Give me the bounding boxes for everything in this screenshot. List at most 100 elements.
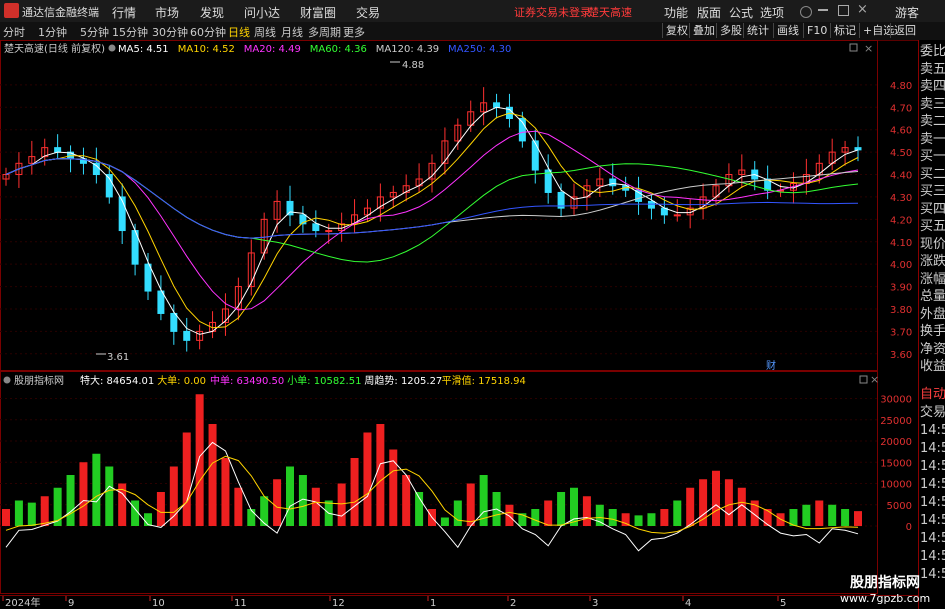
period-tab-weekly[interactable]: 周线 bbox=[254, 24, 276, 40]
flow-bar bbox=[2, 509, 10, 526]
side-panel-label: 买四 bbox=[920, 201, 945, 217]
candle-body bbox=[286, 200, 294, 216]
flow-bar bbox=[221, 458, 230, 526]
finance-marker[interactable]: 财 bbox=[766, 359, 776, 372]
tool-restore-rights[interactable]: 复权 bbox=[662, 23, 691, 38]
flow-bar bbox=[531, 509, 540, 526]
tool-overlay[interactable]: 叠加 bbox=[689, 23, 718, 38]
ma-line bbox=[5, 112, 859, 329]
indicator-close-icon[interactable]: × bbox=[870, 373, 879, 386]
flow-bar bbox=[402, 475, 411, 526]
price-tick-label: 4.80 bbox=[890, 81, 912, 92]
indicator-restore-icon[interactable] bbox=[859, 375, 868, 384]
tool-statistics[interactable]: 统计 bbox=[743, 23, 772, 38]
side-panel-tab[interactable]: 自动 bbox=[920, 385, 945, 404]
guest-user[interactable]: 游客 bbox=[895, 4, 919, 21]
title-bar: 通达信金融终端 行情 市场 发现 问小达 财富圈 交易 证券交易未登录 楚天高速… bbox=[0, 0, 945, 23]
login-warning[interactable]: 证券交易未登录 bbox=[514, 4, 591, 20]
chart-stock-name[interactable]: 楚天高速(日线 前复权) bbox=[4, 42, 105, 55]
time-tick-label: 9 bbox=[68, 598, 74, 609]
flow-bar bbox=[169, 466, 178, 526]
menu-function[interactable]: 功能 bbox=[664, 4, 688, 21]
tool-multi-stock[interactable]: 多股 bbox=[716, 23, 745, 38]
tool-mark[interactable]: 标记 bbox=[830, 23, 859, 38]
candle-body bbox=[647, 200, 655, 209]
period-tab-timeshare[interactable]: 分时 bbox=[3, 24, 25, 40]
flow-bar bbox=[453, 500, 462, 526]
indicator-menu-icon[interactable] bbox=[3, 376, 11, 384]
panel-restore-icon[interactable] bbox=[849, 43, 858, 52]
flow-bar bbox=[724, 479, 733, 526]
menu-discover[interactable]: 发现 bbox=[200, 4, 224, 21]
flow-bar bbox=[466, 483, 475, 526]
period-tab-daily[interactable]: 日线 bbox=[228, 24, 250, 40]
menu-quotes[interactable]: 行情 bbox=[112, 4, 136, 21]
period-tab-60min[interactable]: 60分钟 bbox=[190, 24, 226, 40]
ma-label: MA5: 4.51 bbox=[118, 44, 169, 55]
price-tick-label: 4.20 bbox=[890, 215, 912, 226]
flow-bar bbox=[712, 470, 720, 526]
side-panel-label: 卖三 bbox=[920, 96, 945, 112]
watermark-url: www.7gpzb.com bbox=[840, 592, 931, 605]
side-panel-label: 买二 bbox=[920, 166, 945, 182]
period-tab-more[interactable]: 更多 bbox=[343, 24, 365, 40]
minimize-icon[interactable] bbox=[818, 9, 828, 11]
period-tab-monthly[interactable]: 月线 bbox=[281, 24, 303, 40]
ma-label: MA20: 4.49 bbox=[244, 44, 301, 55]
maximize-icon[interactable] bbox=[838, 5, 849, 16]
menu-ask[interactable]: 问小达 bbox=[244, 4, 280, 21]
indicator-name[interactable]: 股朋指标网 bbox=[14, 374, 64, 387]
app-title: 通达信金融终端 bbox=[22, 6, 99, 19]
period-tab-15min[interactable]: 15分钟 bbox=[112, 24, 148, 40]
time-axis: 2024年 9 10 11 12 1 2 3 4 5 bbox=[2, 596, 786, 609]
indicator-header: 股朋指标网 特大: 84654.01 大单: 0.00 中单: 63490.50 小单… bbox=[3, 374, 526, 387]
period-tab-1min[interactable]: 1分钟 bbox=[38, 24, 67, 40]
tool-f10[interactable]: F10 bbox=[803, 23, 830, 38]
candle-body bbox=[609, 178, 617, 187]
time-tick-label: 1 bbox=[430, 598, 436, 609]
tool-back[interactable]: 返回 bbox=[890, 23, 919, 38]
price-tick-label: 4.50 bbox=[890, 148, 912, 159]
side-panel-label: 买五 bbox=[920, 219, 945, 234]
candle-body bbox=[531, 140, 539, 171]
side-panel-tab[interactable]: 交易 bbox=[920, 403, 945, 422]
candle-body bbox=[854, 147, 862, 151]
flow-bar bbox=[234, 487, 243, 526]
flow-bar bbox=[608, 509, 617, 526]
close-icon[interactable]: × bbox=[857, 2, 868, 17]
menu-trade[interactable]: 交易 bbox=[356, 4, 380, 21]
menu-wealth[interactable]: 财富圈 bbox=[300, 4, 336, 21]
menu-market[interactable]: 市场 bbox=[155, 4, 179, 21]
time-tick-label: 2 bbox=[510, 598, 516, 609]
period-tab-5min[interactable]: 5分钟 bbox=[80, 24, 109, 40]
menu-options[interactable]: 选项 bbox=[760, 4, 784, 21]
side-panel-time: 14:56 bbox=[920, 549, 945, 564]
user-icon[interactable] bbox=[800, 6, 812, 18]
indicator-tick-label: 20000 bbox=[880, 437, 912, 448]
side-panel-label: 总量 bbox=[920, 289, 945, 304]
menu-formula[interactable]: 公式 bbox=[729, 4, 753, 21]
ma-menu-icon[interactable] bbox=[108, 44, 116, 52]
chart-area[interactable]: 楚天高速(日线 前复权) MA5: 4.51 MA10: 4.52 MA20: 4.… bbox=[0, 40, 918, 609]
menu-layout[interactable]: 版面 bbox=[697, 4, 721, 21]
high-price-label: 4.88 bbox=[402, 60, 424, 71]
flow-bar bbox=[79, 462, 88, 526]
tool-draw-line[interactable]: 画线 bbox=[773, 23, 802, 38]
period-tab-multi[interactable]: 多周期 bbox=[308, 24, 341, 40]
flow-bar bbox=[815, 500, 824, 526]
side-panel-time: 14:56 bbox=[920, 513, 945, 528]
price-tick-label: 4.60 bbox=[890, 126, 912, 137]
side-panel-time: 14:56 bbox=[920, 495, 945, 510]
candle-body bbox=[118, 196, 126, 232]
flow-bar bbox=[647, 513, 656, 526]
flow-bar bbox=[14, 500, 23, 526]
time-tick-label: 3 bbox=[592, 598, 598, 609]
flow-bar bbox=[673, 500, 682, 526]
panel-close-icon[interactable]: × bbox=[864, 42, 873, 55]
period-tab-30min[interactable]: 30分钟 bbox=[152, 24, 188, 40]
indicator-tick-label: 15000 bbox=[880, 458, 912, 469]
flow-bar bbox=[440, 517, 449, 526]
side-panel-label: 买一 bbox=[920, 149, 945, 164]
indicator-label: 特大: 84654.01 bbox=[80, 374, 154, 387]
indicator-label: 大单: 0.00 bbox=[157, 374, 206, 387]
